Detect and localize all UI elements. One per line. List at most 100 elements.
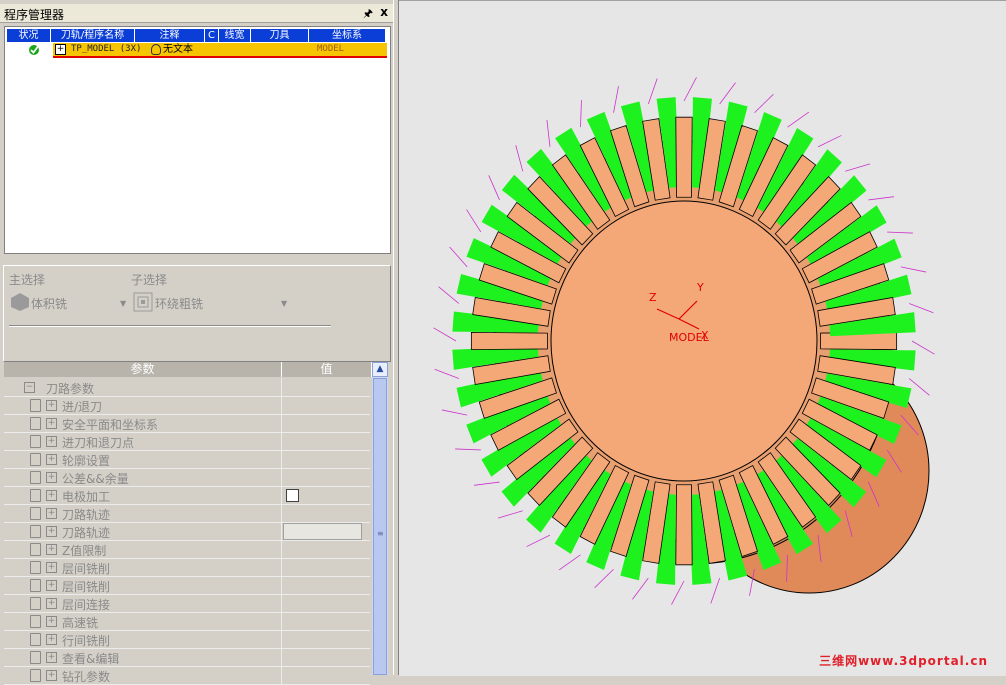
toolpath-lead: [580, 100, 582, 128]
check-icon: [29, 44, 40, 55]
param-label: 进/退刀: [62, 400, 103, 414]
param-row[interactable]: + 进刀和退刀点: [4, 432, 370, 451]
param-edit-icon[interactable]: [30, 543, 41, 556]
param-edit-icon[interactable]: [30, 669, 41, 682]
param-row[interactable]: + 刀路轨迹: [4, 522, 370, 541]
pin-icon[interactable]: 🖈: [363, 5, 373, 24]
value-divider: [281, 540, 282, 558]
params-scrollbar[interactable]: ▲ ≡: [372, 362, 388, 675]
param-row[interactable]: + 刀路轨迹: [4, 504, 370, 523]
param-edit-icon[interactable]: [30, 507, 41, 520]
expand-icon[interactable]: +: [46, 598, 57, 609]
col-tool[interactable]: 刀具: [251, 29, 309, 42]
param-row[interactable]: + 公差&&余量: [4, 468, 370, 487]
toolpath-button[interactable]: [283, 523, 362, 540]
param-edit-icon[interactable]: [30, 597, 41, 610]
sub-select-value[interactable]: 环绕粗铣: [155, 295, 203, 312]
param-edit-icon[interactable]: [30, 399, 41, 412]
program-tree[interactable]: 状况 刀轨/程序名称 注释 C 线宽 刀具 坐标系 + TP_MODEL (3X…: [4, 26, 391, 254]
col-value: 值: [282, 362, 372, 377]
scroll-thumb[interactable]: ≡: [373, 378, 387, 675]
toolpath-lead: [868, 196, 895, 201]
param-label: 公差&&余量: [62, 472, 129, 486]
param-row[interactable]: + 电极加工: [4, 486, 370, 505]
param-row[interactable]: + 安全平面和坐标系: [4, 414, 370, 433]
sub-dropdown-arrow-icon[interactable]: ▼: [281, 299, 287, 308]
electrode-checkbox[interactable]: [286, 489, 299, 502]
param-row[interactable]: + 钻孔参数: [4, 666, 370, 685]
expand-icon[interactable]: +: [46, 472, 57, 483]
param-label: 层间铣削: [62, 562, 111, 576]
param-row[interactable]: + 轮廓设置: [4, 450, 370, 469]
expand-icon[interactable]: +: [46, 400, 57, 411]
param-edit-icon[interactable]: [30, 561, 41, 574]
expand-icon[interactable]: +: [55, 44, 66, 55]
param-label: Z值限制: [62, 544, 107, 558]
col-coord[interactable]: 坐标系: [309, 29, 385, 42]
expand-icon[interactable]: +: [46, 616, 57, 627]
param-edit-icon[interactable]: [30, 417, 41, 430]
param-row[interactable]: + 层间铣削: [4, 576, 370, 595]
param-row[interactable]: + 行间铣削: [4, 630, 370, 649]
col-note[interactable]: 注释: [135, 29, 205, 42]
expand-icon[interactable]: +: [46, 670, 57, 681]
col-c[interactable]: C: [205, 29, 219, 42]
param-edit-icon[interactable]: [30, 615, 41, 628]
param-edit-icon[interactable]: [30, 489, 41, 502]
param-row[interactable]: + 层间连接: [4, 594, 370, 613]
value-divider: [281, 558, 282, 576]
value-divider: [281, 666, 282, 684]
expand-icon[interactable]: +: [46, 580, 57, 591]
toolpath-lead: [546, 119, 551, 147]
param-row[interactable]: + 查看&编辑: [4, 648, 370, 667]
scroll-up-icon[interactable]: ▲: [372, 362, 388, 377]
program-coord: MODEL: [317, 44, 345, 54]
col-linewidth[interactable]: 线宽: [219, 29, 251, 42]
expand-icon[interactable]: +: [46, 436, 57, 447]
program-manager-title: 程序管理器: [4, 8, 65, 22]
col-name[interactable]: 刀轨/程序名称: [51, 29, 135, 42]
param-edit-icon[interactable]: [30, 453, 41, 466]
toolpath-lead: [710, 577, 721, 604]
param-label: 进刀和退刀点: [62, 436, 135, 450]
main-select-label: 主选择: [9, 273, 46, 287]
col-status[interactable]: 状况: [7, 29, 51, 42]
param-row[interactable]: + 层间铣削: [4, 558, 370, 577]
expand-icon[interactable]: +: [46, 544, 57, 555]
close-icon[interactable]: x: [380, 5, 388, 19]
col-param: 参数: [4, 362, 282, 377]
expand-icon[interactable]: +: [46, 508, 57, 519]
program-row-tp-model[interactable]: + TP_MODEL (3X) 无文本 MODEL: [53, 43, 387, 58]
toolpath-lead: [632, 577, 649, 600]
param-edit-icon[interactable]: [30, 525, 41, 538]
param-row[interactable]: + 高速铣: [4, 612, 370, 631]
param-edit-icon[interactable]: [30, 579, 41, 592]
value-divider: [281, 396, 282, 414]
param-row[interactable]: + 进/退刀: [4, 396, 370, 415]
expand-icon[interactable]: +: [46, 418, 57, 429]
model-label: MODEL: [669, 331, 710, 344]
expand-icon[interactable]: +: [46, 490, 57, 501]
collapse-icon[interactable]: −: [24, 382, 35, 393]
program-tree-header: 状况 刀轨/程序名称 注释 C 线宽 刀具 坐标系: [7, 29, 385, 42]
expand-icon[interactable]: +: [46, 634, 57, 645]
param-edit-icon[interactable]: [30, 471, 41, 484]
expand-icon[interactable]: +: [46, 562, 57, 573]
gear-tooth: [470, 331, 548, 351]
main-select-value[interactable]: 体积铣: [31, 295, 67, 312]
toolpath-lead: [754, 94, 774, 114]
main-dropdown-arrow-icon[interactable]: ▼: [120, 299, 126, 308]
param-row[interactable]: − 刀路参数: [4, 378, 370, 397]
expand-icon[interactable]: +: [46, 454, 57, 465]
param-edit-icon[interactable]: [30, 633, 41, 646]
3d-viewport[interactable]: Z Y X MODEL 三维网www.3dportal.cn: [399, 0, 1006, 676]
toolpath-lead: [438, 286, 460, 304]
expand-icon[interactable]: +: [46, 652, 57, 663]
param-row[interactable]: + Z值限制: [4, 540, 370, 559]
param-edit-icon[interactable]: [30, 651, 41, 664]
toolpath-lead: [887, 231, 913, 234]
toolpath-lead: [455, 448, 481, 451]
param-edit-icon[interactable]: [30, 435, 41, 448]
expand-icon[interactable]: +: [46, 526, 57, 537]
param-label: 电极加工: [62, 490, 111, 504]
